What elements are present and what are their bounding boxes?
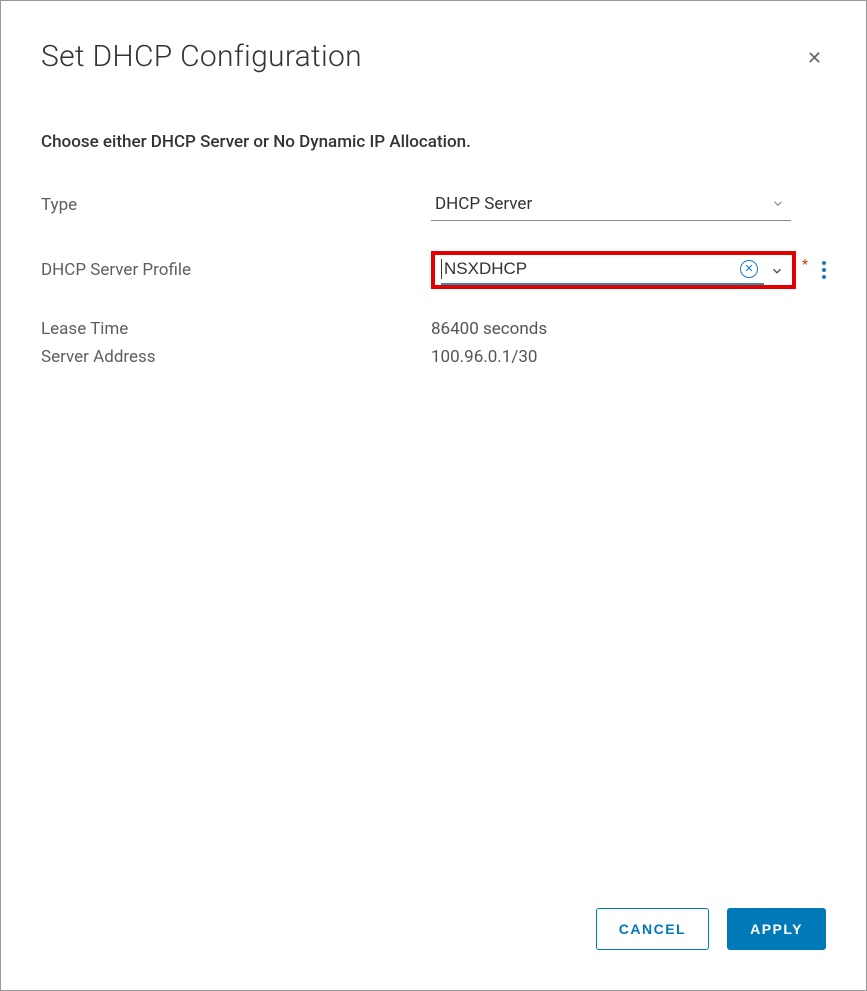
apply-button[interactable]: APPLY <box>727 908 826 950</box>
type-row: Type DHCP Server <box>41 188 826 221</box>
profile-label: DHCP Server Profile <box>41 260 431 280</box>
lease-time-label: Lease Time <box>41 319 431 339</box>
instruction-text: Choose either DHCP Server or No Dynamic … <box>41 132 826 152</box>
dot-icon <box>822 261 826 265</box>
required-indicator: * <box>802 257 808 273</box>
more-options-button[interactable] <box>818 257 830 283</box>
close-icon: ✕ <box>807 48 822 68</box>
profile-input[interactable] <box>443 259 740 279</box>
modal-footer: CANCEL APPLY <box>41 908 826 950</box>
profile-highlight: ✕ <box>431 251 796 289</box>
clear-x-icon: ✕ <box>744 264 753 275</box>
dot-icon <box>822 268 826 272</box>
profile-row: DHCP Server Profile ✕ * <box>41 251 826 289</box>
modal-header: Set DHCP Configuration ✕ <box>41 39 826 74</box>
profile-input-wrap[interactable]: ✕ <box>441 259 764 285</box>
type-select-wrapper[interactable]: DHCP Server <box>431 188 791 221</box>
server-address-label: Server Address <box>41 347 431 367</box>
cancel-button[interactable]: CANCEL <box>596 908 709 950</box>
profile-dropdown-toggle[interactable] <box>770 263 784 282</box>
type-label: Type <box>41 195 431 215</box>
lease-time-value: 86400 seconds <box>431 319 547 339</box>
text-cursor <box>441 259 442 279</box>
modal-title: Set DHCP Configuration <box>41 39 362 74</box>
dhcp-config-modal: Set DHCP Configuration ✕ Choose either D… <box>0 0 867 991</box>
lease-time-row: Lease Time 86400 seconds <box>41 319 826 339</box>
dot-icon <box>822 275 826 279</box>
clear-input-button[interactable]: ✕ <box>740 260 758 278</box>
server-address-value: 100.96.0.1/30 <box>431 347 537 367</box>
close-button[interactable]: ✕ <box>803 45 826 71</box>
profile-input-container: ✕ * <box>431 251 830 289</box>
type-select[interactable]: DHCP Server <box>431 188 791 221</box>
server-address-row: Server Address 100.96.0.1/30 <box>41 347 826 367</box>
